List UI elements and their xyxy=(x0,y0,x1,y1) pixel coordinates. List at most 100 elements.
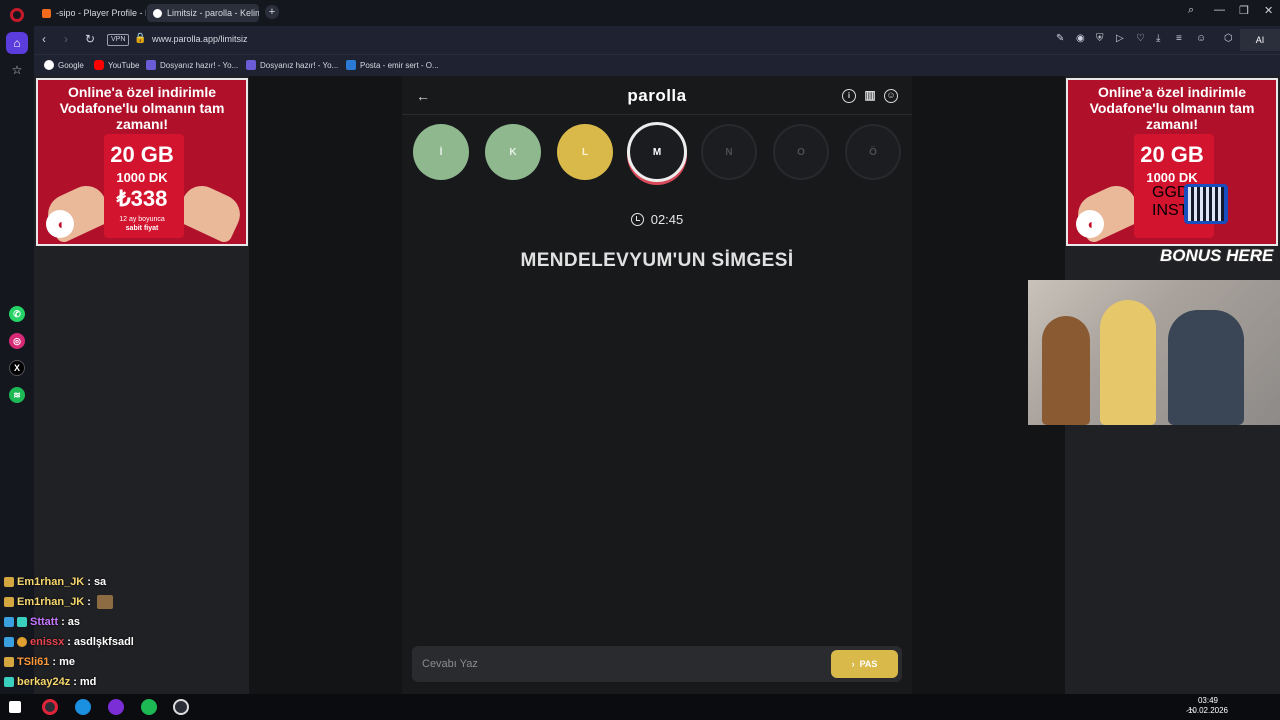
star-icon[interactable]: ☆ xyxy=(6,59,28,81)
profile-icon[interactable]: ☺ xyxy=(1196,33,1206,44)
reload-icon[interactable]: ↻ xyxy=(85,32,95,46)
heart-icon[interactable]: ♡ xyxy=(1136,33,1145,44)
bookmark-label: Dosyanız hazır! - Yo... xyxy=(160,60,239,70)
ai-button[interactable]: AI xyxy=(1240,29,1280,51)
opera-taskbar-icon[interactable] xyxy=(42,699,58,715)
sub-badge-icon xyxy=(4,597,14,607)
user-icon[interactable]: ☺ xyxy=(884,89,898,103)
ggdrop-overlay: GGDROP INSTANT BONUS HERE xyxy=(1152,184,1273,274)
sub-badge-icon xyxy=(4,657,14,667)
letter: N xyxy=(725,146,733,158)
chat-user: enissx xyxy=(30,636,65,648)
chat-message: TSli61 : me xyxy=(4,654,75,670)
edge-icon[interactable] xyxy=(75,699,91,715)
vpn-badge[interactable]: VPN xyxy=(107,34,130,46)
chat-message: enissx : asdlşkfsadl xyxy=(4,634,134,650)
clock-time: 03:49 xyxy=(1197,696,1218,705)
bookmark-label: Posta - emir sert - O... xyxy=(360,60,439,70)
opera-logo-icon[interactable] xyxy=(10,8,24,22)
bookmark-dosya-1[interactable]: Dosyanız hazır! - Yo... xyxy=(146,60,238,70)
clock-date: 10.02.2026 xyxy=(1187,706,1228,715)
menu-icon[interactable]: ≡ xyxy=(1176,33,1182,44)
person-figure xyxy=(1042,316,1090,425)
forward-icon[interactable]: › xyxy=(64,32,68,46)
new-tab-button[interactable]: + xyxy=(265,5,279,19)
bookmark-posta[interactable]: Posta - emir sert - O... xyxy=(346,60,439,70)
chat-message: Sttatt : as xyxy=(4,614,80,630)
spotify-taskbar-icon[interactable] xyxy=(141,699,157,715)
chat-separator: : xyxy=(87,576,91,588)
person-figure xyxy=(1168,310,1244,425)
file-icon xyxy=(246,60,256,70)
clock-icon xyxy=(630,213,644,226)
pass-label: PAS xyxy=(859,659,878,669)
vodafone-ad-left[interactable]: Online'a özel indirimle Vodafone'lu olma… xyxy=(36,78,248,246)
chat-text: asdlşkfsadl xyxy=(73,636,134,648)
discord-icon[interactable] xyxy=(108,699,124,715)
download-icon[interactable]: ⤓ xyxy=(1156,33,1160,44)
sub-badge-icon xyxy=(4,577,14,587)
chat-separator: : xyxy=(67,636,71,648)
back-icon[interactable]: ‹ xyxy=(42,32,46,46)
overlay-bonus: BONUS HERE xyxy=(1160,246,1274,265)
letter-bubble: L xyxy=(557,124,613,180)
ad-headline: Online'a özel indirimle Vodafone'lu olma… xyxy=(59,84,225,132)
chat-text: me xyxy=(59,656,75,668)
home-icon[interactable]: ⌂ xyxy=(6,32,28,54)
timer: 02:45 xyxy=(402,212,912,227)
windows-start-icon[interactable] xyxy=(9,701,21,713)
instagram-icon[interactable]: ◎ xyxy=(9,333,25,349)
info-icon[interactable]: i xyxy=(842,89,856,103)
game-panel: ← parolla i ▥ ☺ İ K L M N O Ö 02:45 MEND… xyxy=(402,76,912,694)
obs-icon[interactable] xyxy=(173,699,189,715)
letter-bubble: Ö xyxy=(845,124,901,180)
chat-text: sa xyxy=(93,576,107,588)
vodafone-logo-icon: ◖ xyxy=(46,210,74,238)
tab-player-profile[interactable]: -sipo - Player Profile - FAC xyxy=(36,4,146,22)
chat-separator: : xyxy=(61,616,65,628)
ad-headline: Online'a özel indirimle Vodafone'lu olma… xyxy=(1089,84,1255,132)
close-icon[interactable]: ✕ xyxy=(1264,4,1273,17)
play-icon[interactable]: ▷ xyxy=(1116,33,1124,44)
tab-parolla[interactable]: Limitsiz - parolla - Kelime xyxy=(147,4,259,22)
qr-code-image xyxy=(1184,184,1228,224)
clock: 03:49 10.02.2026 xyxy=(1188,696,1228,716)
whatsapp-icon[interactable]: ✆ xyxy=(9,306,25,322)
letter: Ö xyxy=(869,146,877,158)
x-icon[interactable]: X xyxy=(9,360,25,376)
search-icon[interactable]: ⌕ xyxy=(1188,4,1194,17)
letter: M xyxy=(652,146,662,158)
chat-separator: : xyxy=(52,656,57,668)
tab-title: Limitsiz - parolla - Kelime xyxy=(167,8,259,18)
letter: İ xyxy=(439,146,443,158)
chat-message: Em1rhan_JK : sa xyxy=(4,574,106,590)
minimize-icon[interactable]: — xyxy=(1214,4,1225,16)
person-figure xyxy=(1100,300,1156,425)
answer-input[interactable] xyxy=(422,654,822,674)
answer-bar: › PAS xyxy=(412,646,902,682)
chat-user: Sttatt xyxy=(30,616,59,628)
stats-icon[interactable]: ▥ xyxy=(863,89,877,103)
address-bar: ‹ › ↻ VPN 🔒 www.parolla.app/limitsiz ✎ ◉… xyxy=(34,26,1280,54)
chevron-right-icon: › xyxy=(851,659,855,669)
lock-icon[interactable]: 🔒 xyxy=(134,33,146,44)
extensions-icon[interactable]: ⬡ xyxy=(1224,33,1233,44)
question-text: MENDELEVYUM'UN SİMGESİ xyxy=(520,250,794,271)
spotify-icon[interactable]: ≋ xyxy=(9,387,25,403)
chat-user: Em1rhan_JK xyxy=(17,576,85,588)
edit-icon[interactable]: ✎ xyxy=(1056,33,1064,44)
ad-minutes: 1000 DK xyxy=(116,170,168,185)
bookmark-google[interactable]: Google xyxy=(44,60,84,70)
pass-button[interactable]: › PAS xyxy=(831,650,898,678)
url-field[interactable]: www.parolla.app/limitsiz xyxy=(152,34,248,44)
bookmarks-bar: Google YouTube Dosyanız hazır! - Yo... D… xyxy=(34,54,1280,76)
bookmark-dosya-2[interactable]: Dosyanız hazır! - Yo... xyxy=(246,60,338,70)
restore-icon[interactable]: ❐ xyxy=(1239,4,1249,17)
parolla-logo[interactable]: parolla xyxy=(402,86,912,106)
file-icon xyxy=(146,60,156,70)
camera-icon[interactable]: ◉ xyxy=(1076,33,1085,44)
chat-user: berkay24z xyxy=(17,676,71,688)
bookmark-youtube[interactable]: YouTube xyxy=(94,60,139,70)
shield-icon[interactable]: ⛨ xyxy=(1096,33,1104,44)
chat-message: berkay24z : md xyxy=(4,674,96,690)
